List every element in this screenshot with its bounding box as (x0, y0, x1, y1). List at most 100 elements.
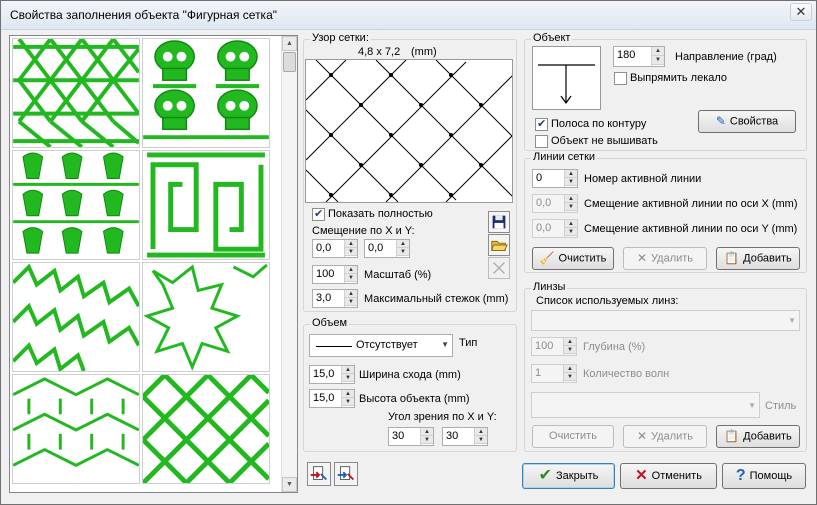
spin-down-icon[interactable]: ▼ (652, 56, 664, 65)
volume-type-label: Тип (459, 337, 478, 349)
properties-button[interactable]: ✎ Свойства (698, 110, 796, 133)
pattern-list-scrollbar[interactable]: ▲ ▼ (281, 36, 297, 492)
lens-add-button[interactable]: 📋 Добавить (716, 425, 800, 448)
spin-down-icon[interactable]: ▼ (345, 298, 357, 306)
contour-strip-checkbox[interactable] (535, 117, 548, 131)
offset-x-spinner[interactable]: 0,0 ▲ ▼ (312, 239, 358, 258)
spin-down-icon[interactable]: ▼ (564, 346, 576, 354)
close-window-button[interactable]: ✕ (790, 3, 812, 21)
pattern-thumb-diamonds[interactable] (142, 374, 270, 484)
spin-up-icon[interactable]: ▲ (564, 338, 576, 346)
lens-list-select[interactable]: ▼ (531, 310, 800, 331)
floppy-disk-icon (492, 215, 506, 229)
taper-width-spinner[interactable]: 15,0 ▲ ▼ (309, 365, 355, 384)
spin-up-icon[interactable]: ▲ (652, 47, 664, 56)
spin-up-icon[interactable]: ▲ (565, 195, 577, 203)
spin-up-icon[interactable]: ▲ (565, 220, 577, 228)
active-line-spinner[interactable]: 0 ▲ ▼ (532, 169, 578, 188)
spin-down-icon[interactable]: ▼ (475, 436, 487, 444)
cancel-button[interactable]: ✕ Отменить (620, 463, 717, 489)
pattern-thumb-zigzag-stars[interactable] (12, 262, 140, 372)
lens-delete-button[interactable]: ✕ Удалить (623, 425, 707, 448)
save-pattern-button[interactable] (488, 211, 510, 233)
lens-style-select[interactable]: ▼ (531, 392, 760, 418)
lens-waves-spinner[interactable]: 1 ▲ ▼ (531, 364, 577, 383)
scale-spinner[interactable]: 100 ▲ ▼ (312, 265, 358, 284)
scroll-down-arrow-icon[interactable]: ▼ (282, 477, 297, 492)
spin-up-icon[interactable]: ▲ (342, 366, 354, 374)
lens-depth-label: Глубина (%) (583, 341, 646, 353)
dropdown-arrow-icon: ▼ (441, 340, 449, 349)
view-angle-y-spinner[interactable]: 30 ▲ ▼ (442, 427, 488, 446)
spin-down-icon[interactable]: ▼ (342, 398, 354, 406)
import-arrow-icon (310, 466, 327, 481)
grid-add-button[interactable]: 📋 Добавить (716, 247, 800, 270)
broom-icon: 🧹 (539, 251, 555, 265)
clipboard-add-icon: 📋 (724, 251, 740, 265)
pattern-thumb-lattice[interactable] (12, 38, 140, 148)
view-angle-x-spinner[interactable]: 30 ▲ ▼ (388, 427, 434, 446)
grid-clear-button[interactable]: 🧹 Очистить (532, 247, 614, 270)
spin-up-icon[interactable]: ▲ (565, 170, 577, 178)
spin-down-icon[interactable]: ▼ (565, 228, 577, 236)
help-button[interactable]: ? Помощь (722, 463, 806, 489)
no-embroider-checkbox[interactable] (535, 135, 548, 148)
direction-arrow-icon (538, 64, 595, 105)
pattern-thumb-wheat[interactable] (12, 150, 140, 260)
direction-spinner[interactable]: 180 ▲ ▼ (613, 46, 665, 67)
spin-down-icon[interactable]: ▼ (397, 248, 409, 256)
spin-down-icon[interactable]: ▼ (421, 436, 433, 444)
spin-down-icon[interactable]: ▼ (564, 373, 576, 381)
active-line-offset-x-spinner[interactable]: 0,0 ▲ ▼ (532, 194, 578, 213)
spin-up-icon[interactable]: ▲ (564, 365, 576, 373)
volume-type-select[interactable]: Отсутствует ▼ (309, 334, 453, 357)
delete-pattern-button[interactable] (488, 257, 510, 279)
pattern-thumb-stars[interactable] (142, 262, 270, 372)
spin-up-icon[interactable]: ▲ (345, 240, 357, 248)
spin-up-icon[interactable]: ▲ (475, 428, 487, 436)
spin-down-icon[interactable]: ▼ (345, 248, 357, 256)
spin-up-icon[interactable]: ▲ (345, 290, 357, 298)
spin-down-icon[interactable]: ▼ (565, 178, 577, 186)
active-line-offset-y-label: Смещение активной линии по оси Y (mm) (584, 223, 798, 235)
object-height-spinner[interactable]: 15,0 ▲ ▼ (309, 389, 355, 408)
lens-clear-button[interactable]: Очистить (532, 425, 614, 448)
spin-down-icon[interactable]: ▼ (565, 203, 577, 211)
spin-down-icon[interactable]: ▼ (342, 374, 354, 382)
volume-group-title: Объем (310, 317, 350, 329)
max-stitch-spinner[interactable]: 3,0 ▲ ▼ (312, 289, 358, 308)
delete-icon: ✕ (636, 429, 648, 443)
grid-lines-group-title: Линии сетки (531, 151, 598, 163)
spin-up-icon[interactable]: ▲ (397, 240, 409, 248)
spin-up-icon[interactable]: ▲ (342, 390, 354, 398)
scroll-up-arrow-icon[interactable]: ▲ (282, 36, 297, 51)
pattern-list[interactable]: ▲ ▼ (9, 35, 298, 493)
lens-depth-spinner[interactable]: 100 ▲ ▼ (531, 337, 577, 356)
close-button[interactable]: ✔ Закрыть (522, 463, 615, 489)
export-button[interactable] (334, 462, 358, 486)
pattern-thumb-skulls[interactable] (142, 38, 270, 148)
offset-y-spinner[interactable]: 0,0 ▲ ▼ (364, 239, 410, 258)
spin-up-icon[interactable]: ▲ (421, 428, 433, 436)
straighten-label: Выпрямить лекало (630, 72, 728, 84)
open-pattern-button[interactable] (488, 234, 510, 256)
pattern-thumb-arrows[interactable] (12, 374, 140, 484)
title-bar: Свойства заполнения объекта "Фигурная се… (1, 1, 816, 30)
spin-up-icon[interactable]: ▲ (345, 266, 357, 274)
view-angle-label: Угол зрения по X и Y: (388, 411, 497, 423)
checkmark-icon: ✔ (538, 467, 553, 485)
taper-width-label: Ширина схода (mm) (359, 369, 461, 381)
line-sample-icon (316, 346, 352, 347)
spin-down-icon[interactable]: ▼ (345, 274, 357, 282)
scale-label: Масштаб (%) (364, 269, 432, 281)
pattern-thumb-meander[interactable] (142, 150, 270, 260)
help-question-icon: ? (735, 467, 746, 485)
active-line-offset-y-spinner[interactable]: 0,0 ▲ ▼ (532, 219, 578, 238)
grid-delete-button[interactable]: ✕ Удалить (623, 247, 707, 270)
straighten-checkbox[interactable] (614, 72, 627, 85)
show-full-checkbox[interactable] (312, 207, 325, 221)
import-button[interactable] (307, 462, 331, 486)
dropdown-arrow-icon: ▼ (788, 316, 796, 325)
window-title: Свойства заполнения объекта "Фигурная се… (10, 8, 278, 22)
scroll-thumb[interactable] (283, 52, 296, 72)
